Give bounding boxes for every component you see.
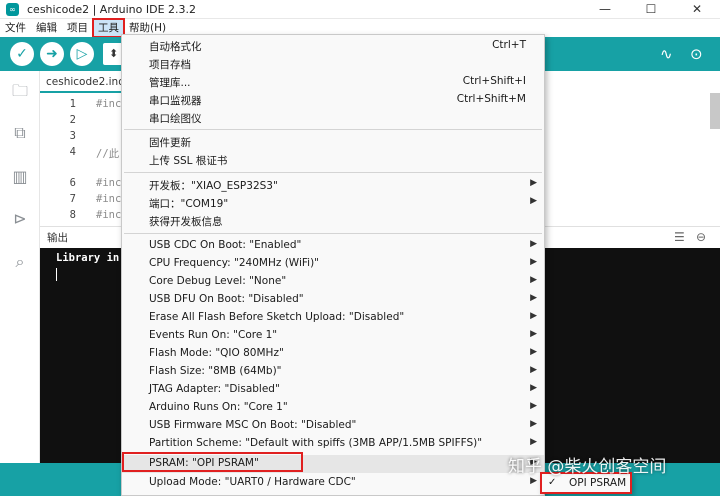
menu-sketch[interactable]: 项目 [62,19,93,37]
clear-output-icon[interactable]: ☰ [674,230,685,244]
menu-item-upload-mode[interactable]: Upload Mode: "UART0 / Hardware CDC" ▶ [122,474,544,492]
menu-item-events-run-on[interactable]: Events Run On: "Core 1" ▶ [122,327,544,345]
menu-file[interactable]: 文件 [0,19,31,37]
menu-item-arduino-runs-on[interactable]: Arduino Runs On: "Core 1" ▶ [122,399,544,417]
menu-item-cpu-frequency[interactable]: CPU Frequency: "240MHz (WiFi)" ▶ [122,255,544,273]
code-line: #inc [96,177,122,189]
chevron-right-icon: ▶ [530,196,537,206]
chevron-right-icon: ▶ [530,178,537,188]
menu-separator [124,233,542,234]
code-line: #inc [96,209,122,221]
chevron-right-icon: ▶ [530,401,537,411]
menu-item-serial-monitor[interactable]: 串口监视器 Ctrl+Shift+M [122,91,544,109]
menu-item-usb-dfu[interactable]: USB DFU On Boot: "Disabled" ▶ [122,291,544,309]
line-number: 1 [69,98,76,110]
menu-item-auto-format[interactable]: 自动格式化 Ctrl+T [122,37,544,55]
folder-icon[interactable]: 🗀 [9,80,31,102]
line-number: 2 [69,114,76,126]
menu-item-jtag-adapter[interactable]: JTAG Adapter: "Disabled" ▶ [122,381,544,399]
menu-item-serial-plotter[interactable]: 串口绘图仪 [122,109,544,127]
editor-scrollbar[interactable] [710,93,720,129]
chevron-right-icon: ▶ [530,437,537,447]
menu-item-board-info[interactable]: 获得开发板信息 [122,212,544,230]
chevron-right-icon: ▶ [530,419,537,429]
menu-item-core-debug[interactable]: Core Debug Level: "None" ▶ [122,273,544,291]
library-manager-icon[interactable]: ▥ [9,166,31,188]
menu-item-archive-sketch[interactable]: 项目存档 [122,55,544,73]
menu-separator [124,129,542,130]
menu-item-usb-cdc[interactable]: USB CDC On Boot: "Enabled" ▶ [122,237,544,255]
code-line: #inc [96,98,122,110]
menu-item-board[interactable]: 开发板："XIAO_ESP32S3" ▶ [122,176,544,194]
minimize-button[interactable]: — [582,0,628,19]
line-number: 3 [69,130,76,142]
menu-item-flash-mode[interactable]: Flash Mode: "QIO 80MHz" ▶ [122,345,544,363]
tools-dropdown-menu: 自动格式化 Ctrl+T 项目存档 管理库... Ctrl+Shift+I 串口… [121,34,545,496]
menu-item-partition-scheme[interactable]: Partition Scheme: "Default with spiffs (… [122,435,544,453]
output-label: 输出 [47,232,68,244]
chevron-right-icon: ▶ [530,239,537,249]
submenu-item-opi-psram[interactable]: OPI PSRAM [569,477,626,489]
line-number: 8 [69,209,76,221]
chevron-right-icon: ▶ [530,293,537,303]
menu-item-firmware-update[interactable]: 固件更新 [122,133,544,151]
chevron-right-icon: ▶ [530,383,537,393]
search-icon[interactable]: ⌕ [9,251,31,273]
lock-output-icon[interactable]: ⊖ [696,230,706,244]
tab-ceshicode2[interactable]: ceshicode2.ino [40,71,125,93]
maximize-button[interactable]: ☐ [628,0,674,19]
chevron-right-icon: ▶ [530,347,537,357]
check-icon: ✓ [548,477,557,488]
watermark: 知乎 @柴火创客空间 [508,457,667,477]
menu-item-port[interactable]: 端口："COM19" ▶ [122,194,544,212]
output-cursor [56,268,57,281]
upload-button[interactable]: ➜ [40,42,64,66]
debug-icon[interactable]: ⊳ [9,208,31,230]
code-line: #inc [96,193,122,205]
serial-monitor-icon[interactable]: ⊙ [690,45,703,63]
menu-item-manage-libraries[interactable]: 管理库... Ctrl+Shift+I [122,73,544,91]
board-manager-icon[interactable]: ⧉ [9,122,31,144]
menu-separator [124,172,542,173]
title-bar: ∞ ceshicode2 | Arduino IDE 2.3.2 — ☐ ✕ [0,0,720,19]
chevron-right-icon: ▶ [530,257,537,267]
menu-item-upload-ssl[interactable]: 上传 SSL 根证书 [122,151,544,169]
chevron-right-icon: ▶ [530,329,537,339]
output-text: Library in [56,252,120,264]
psram-highlight-box [122,452,303,472]
chevron-right-icon: ▶ [530,275,537,285]
menu-edit[interactable]: 编辑 [31,19,62,37]
line-number: 7 [69,193,76,205]
menu-item-erase-flash[interactable]: Erase All Flash Before Sketch Upload: "D… [122,309,544,327]
menu-item-usb-firmware-msc[interactable]: USB Firmware MSC On Boot: "Disabled" ▶ [122,417,544,435]
menu-tools[interactable]: 工具 [92,18,125,38]
chevron-right-icon: ▶ [530,365,537,375]
serial-plotter-icon[interactable]: ∿ [660,45,673,63]
close-button[interactable]: ✕ [674,0,720,19]
verify-button[interactable]: ✓ [10,42,34,66]
window-title: ceshicode2 | Arduino IDE 2.3.2 [27,2,197,16]
sidebar: 🗀 ⧉ ▥ ⊳ ⌕ [0,71,40,463]
menu-item-flash-size[interactable]: Flash Size: "8MB (64Mb)" ▶ [122,363,544,381]
window-controls: — ☐ ✕ [582,0,720,19]
line-number: 4 [69,146,76,158]
arduino-app-icon: ∞ [6,2,19,16]
code-line: //此 [96,148,120,160]
chevron-right-icon: ▶ [530,476,537,486]
line-number: 6 [69,177,76,189]
chevron-right-icon: ▶ [530,311,537,321]
debug-button[interactable]: ▷ [70,42,94,66]
